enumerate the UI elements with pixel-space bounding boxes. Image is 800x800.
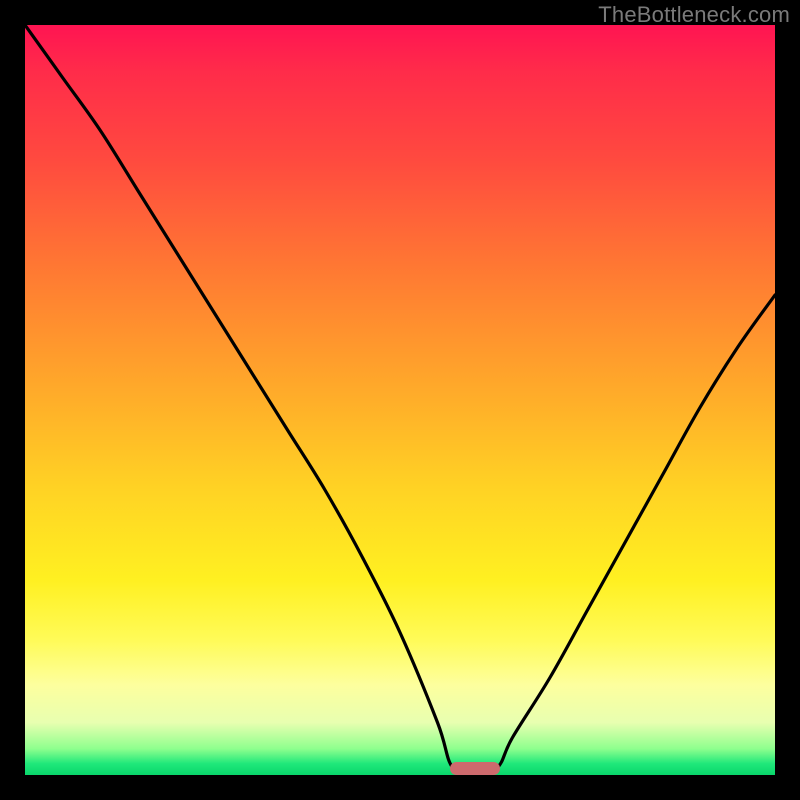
bottleneck-curve (25, 25, 775, 775)
plot-area (25, 25, 775, 775)
curve-layer (25, 25, 775, 775)
optimal-point-marker (450, 762, 500, 775)
chart-frame: TheBottleneck.com (0, 0, 800, 800)
